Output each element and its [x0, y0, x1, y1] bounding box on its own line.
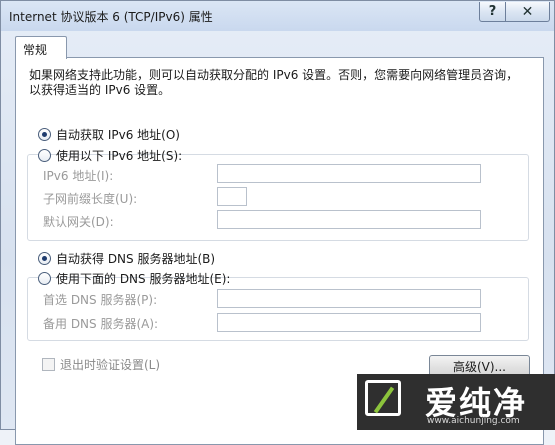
validate-on-exit-checkbox[interactable]: 退出时验证设置(L) — [42, 356, 160, 373]
manual-dns-radio[interactable]: 使用下面的 DNS 服务器地址(E): — [38, 270, 230, 287]
preferred-dns-label: 首选 DNS 服务器(P): — [43, 293, 158, 307]
title-bar[interactable]: Internet 协议版本 6 (TCP/IPv6) 属性 ? ✕ — [1, 1, 554, 31]
watermark-url: www.aichunjing.com — [427, 416, 520, 426]
tab-general[interactable]: 常规 — [15, 36, 67, 59]
auto-ipv6-radio[interactable]: 自动获取 IPv6 地址(O) — [38, 126, 180, 143]
tab-general-label: 常规 — [23, 43, 48, 57]
default-gateway-field[interactable] — [217, 210, 481, 229]
description-text: 如果网络支持此功能，则可以自动获取分配的 IPv6 设置。否则，您需要向网络管理… — [29, 68, 519, 97]
checkbox-indicator[interactable] — [42, 358, 55, 371]
validate-on-exit-label: 退出时验证设置(L) — [60, 358, 161, 372]
radio-indicator[interactable] — [38, 149, 51, 162]
manual-ipv6-radio[interactable]: 使用以下 IPv6 地址(S): — [38, 147, 182, 164]
auto-ipv6-label: 自动获取 IPv6 地址(O) — [56, 128, 180, 142]
properties-dialog: Internet 协议版本 6 (TCP/IPv6) 属性 ? ✕ 常规 如果网… — [0, 0, 555, 445]
default-gateway-label: 默认网关(D): — [43, 215, 114, 229]
manual-ipv6-label: 使用以下 IPv6 地址(S): — [56, 149, 183, 163]
window-title: Internet 协议版本 6 (TCP/IPv6) 属性 — [9, 10, 213, 24]
logo-mark-icon — [365, 380, 401, 416]
subnet-prefix-field[interactable] — [217, 187, 247, 206]
alternate-dns-field[interactable] — [217, 313, 481, 332]
radio-indicator[interactable] — [38, 252, 51, 265]
radio-indicator[interactable] — [38, 272, 51, 285]
radio-indicator[interactable] — [38, 128, 51, 141]
auto-dns-radio[interactable]: 自动获得 DNS 服务器地址(B) — [38, 250, 215, 267]
watermark: 爱纯净 www.aichunjing.com — [357, 374, 555, 430]
alternate-dns-label: 备用 DNS 服务器(A): — [43, 317, 159, 331]
close-button[interactable]: ✕ — [505, 2, 550, 22]
preferred-dns-field[interactable] — [217, 289, 481, 308]
auto-dns-label: 自动获得 DNS 服务器地址(B) — [56, 252, 216, 266]
ipv6-address-label: IPv6 地址(I): — [43, 169, 114, 183]
ipv6-address-field[interactable] — [217, 164, 481, 183]
subnet-prefix-label: 子网前缀长度(U): — [43, 192, 138, 206]
manual-dns-label: 使用下面的 DNS 服务器地址(E): — [56, 272, 231, 286]
help-button[interactable]: ? — [479, 2, 506, 22]
